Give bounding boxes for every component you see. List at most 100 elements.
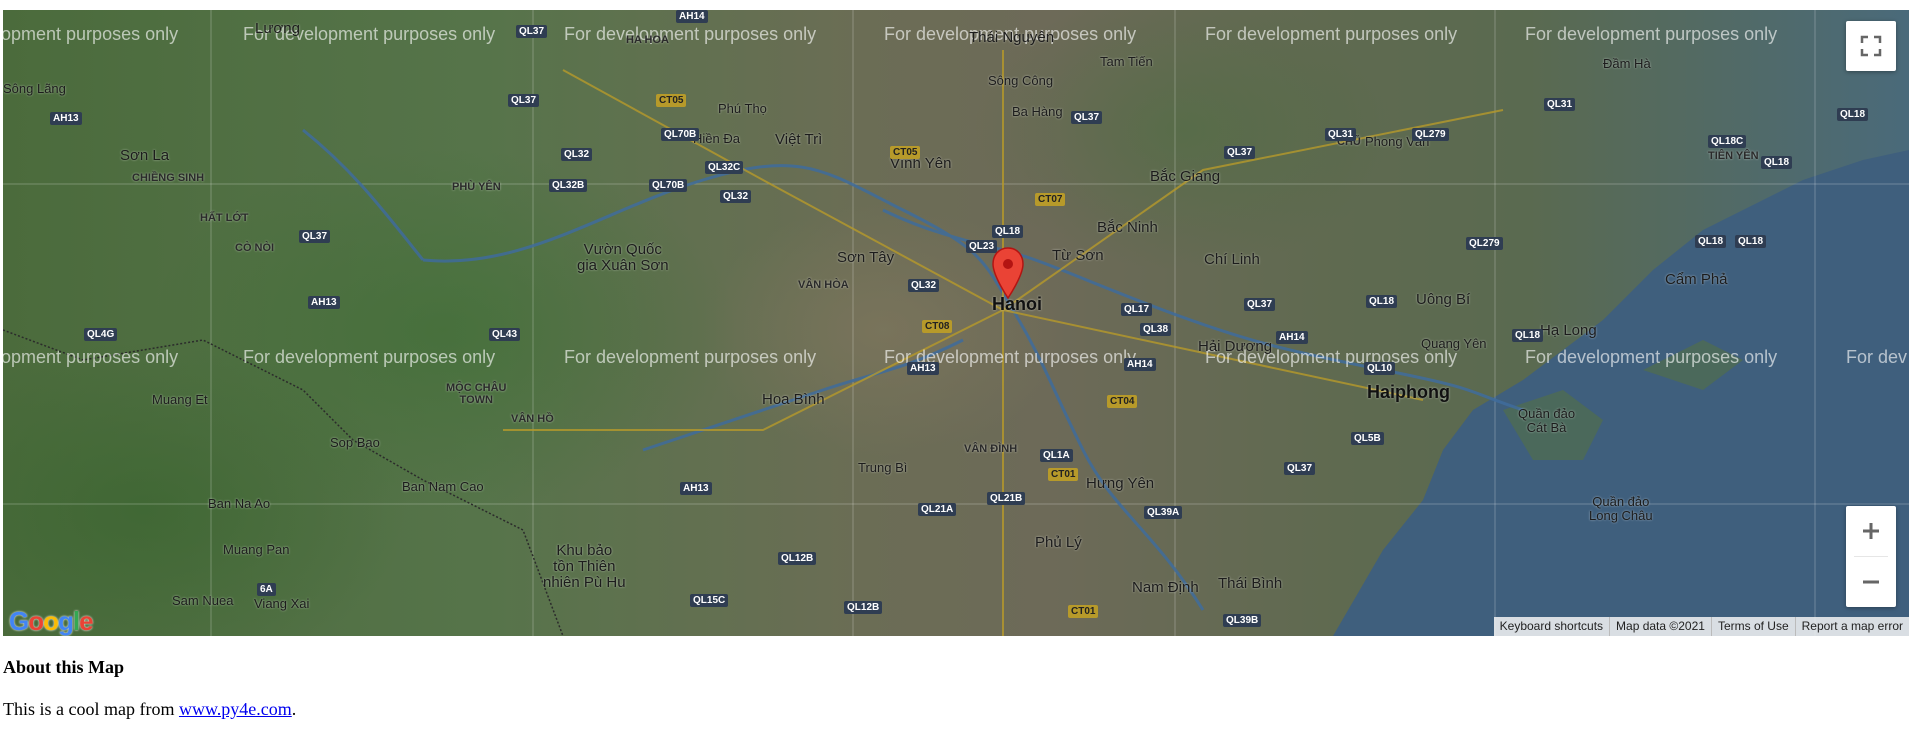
road-shield: QL21A [918, 503, 957, 516]
road-shield: QL18 [1512, 329, 1544, 342]
road-shield: CT04 [1107, 395, 1138, 408]
road-shield: QL38 [1140, 323, 1172, 336]
city-label: Tam Tiến [1100, 54, 1153, 69]
road-shield: QL39A [1144, 506, 1183, 519]
city-label: Hải Dương [1198, 338, 1273, 355]
watermark-text: opment purposes only [3, 347, 179, 367]
road-shield: QL17 [1121, 303, 1153, 316]
zoom-out-button[interactable] [1846, 557, 1896, 607]
city-label: Ban Na Ao [208, 496, 271, 511]
fullscreen-icon [1860, 35, 1882, 57]
google-logo[interactable]: Google [9, 606, 94, 636]
zoom-in-button[interactable] [1846, 506, 1896, 556]
road-shield: QL5B [1351, 432, 1384, 445]
city-label: Quần đảo Long Châu [1589, 494, 1653, 523]
terms-of-use-link[interactable]: Terms of Use [1710, 617, 1795, 636]
road-shield: QL31 [1325, 128, 1357, 141]
watermark-text: For development purposes only [564, 347, 817, 367]
district-label: MỘC CHÂU TOWN [446, 382, 507, 406]
road-shield: QL18 [1735, 235, 1767, 248]
road-shield: CT07 [1035, 193, 1066, 206]
city-label: Uông Bí [1416, 291, 1471, 308]
road-shield: QL32B [549, 179, 588, 192]
city-label: Sop Bao [330, 435, 380, 450]
keyboard-shortcuts-link[interactable]: Keyboard shortcuts [1494, 617, 1609, 636]
city-label: Ba Hàng [1012, 104, 1063, 119]
road-shield: AH14 [1276, 331, 1308, 344]
city-label: Vườn Quốc gia Xuân Sơn [577, 241, 669, 274]
city-label: Thái Nguyên [969, 29, 1055, 46]
watermark-text: For development purposes only [1205, 24, 1458, 44]
city-label: Hạ Long [1540, 322, 1597, 339]
fullscreen-button[interactable] [1846, 21, 1896, 71]
location-marker[interactable] [991, 246, 1025, 305]
watermark-text: opment purposes only [3, 24, 179, 44]
road-shield: QL37 [1244, 298, 1276, 311]
district-label: CHIỀNG SINH [132, 172, 205, 184]
map-canvas[interactable]: opment purposes only For development purp… [3, 10, 1909, 636]
district-label: VÂN ĐÌNH [964, 443, 1018, 455]
report-map-error-link[interactable]: Report a map error [1794, 617, 1909, 636]
city-label: Lương [255, 20, 300, 37]
road-shield: QL18 [1837, 108, 1869, 121]
py4e-link[interactable]: www.py4e.com [179, 699, 292, 719]
road-shield: QL18 [1761, 156, 1793, 169]
road-shield: QL18 [1695, 235, 1727, 248]
logo-letter: e [79, 606, 94, 636]
road-shield: QL4G [84, 328, 118, 341]
city-label: Đầm Hà [1603, 56, 1651, 71]
road-shield: QL37 [508, 94, 540, 107]
about-text-before: This is a cool map from [3, 699, 179, 719]
map-pin-icon [992, 247, 1024, 300]
logo-letter: g [58, 606, 74, 636]
road-shield: AH13 [907, 362, 939, 375]
city-label: Chí Linh [1204, 251, 1260, 268]
city-label: Hưng Yên [1086, 475, 1155, 492]
city-label: Sông Lãng [3, 81, 66, 96]
city-label: Quang Yên [1421, 336, 1487, 351]
city-label: Việt Trì [775, 131, 823, 148]
plus-icon [1863, 523, 1879, 539]
map-attribution: Keyboard shortcuts Map data ©2021 Terms … [1493, 617, 1909, 636]
road-shield: QL32C [705, 161, 744, 174]
road-shield: QL70B [649, 179, 688, 192]
road-shield: QL18C [1708, 135, 1747, 148]
watermark-text: For development purposes only [1525, 347, 1778, 367]
road-shield: QL37 [1071, 111, 1103, 124]
city-label: Thái Bình [1218, 575, 1283, 592]
watermark-text: For development purposes only [243, 347, 496, 367]
road-shield: QL31 [1544, 98, 1576, 111]
road-shield: QL37 [516, 25, 548, 38]
road-shield: QL21B [987, 492, 1026, 505]
district-label: HẤT LỚT [200, 212, 249, 224]
city-label: Haiphong [1367, 382, 1450, 402]
road-shield: QL37 [1224, 146, 1256, 159]
city-label: Muang Et [152, 392, 208, 407]
road-shield: AH14 [1124, 358, 1156, 371]
watermark-text: For development purposes only [564, 24, 817, 44]
road-shield: QL12B [844, 601, 883, 614]
city-label: Viang Xai [254, 596, 310, 611]
road-shield: QL279 [1412, 128, 1449, 141]
city-label: Muang Pan [223, 542, 290, 557]
city-label: Ban Nam Cao [402, 479, 484, 494]
city-label: Cẩm Phả [1665, 271, 1728, 288]
road-shield: QL18 [1366, 295, 1398, 308]
city-label: Bắc Ninh [1097, 219, 1158, 236]
zoom-control [1846, 506, 1896, 607]
city-label: Nam Định [1132, 579, 1199, 596]
map-data-label: Map data ©2021 [1609, 617, 1711, 636]
road-shield: QL39B [1223, 614, 1262, 627]
about-text-after: . [291, 699, 297, 719]
city-label: Hoa Bình [762, 391, 825, 408]
road-shield: QL18 [992, 225, 1024, 238]
district-label: VÂN HỒ [511, 413, 554, 425]
district-label: TIÊN YÊN [1708, 150, 1759, 162]
about-heading: About this Map [3, 657, 125, 677]
city-label: Sơn La [120, 147, 170, 164]
road-shield: AH13 [50, 112, 82, 125]
road-shield: QL10 [1364, 362, 1396, 375]
city-label: Phủ Lý [1035, 534, 1082, 551]
logo-letter: o [28, 606, 44, 636]
road-shield: QL1A [1040, 449, 1073, 462]
